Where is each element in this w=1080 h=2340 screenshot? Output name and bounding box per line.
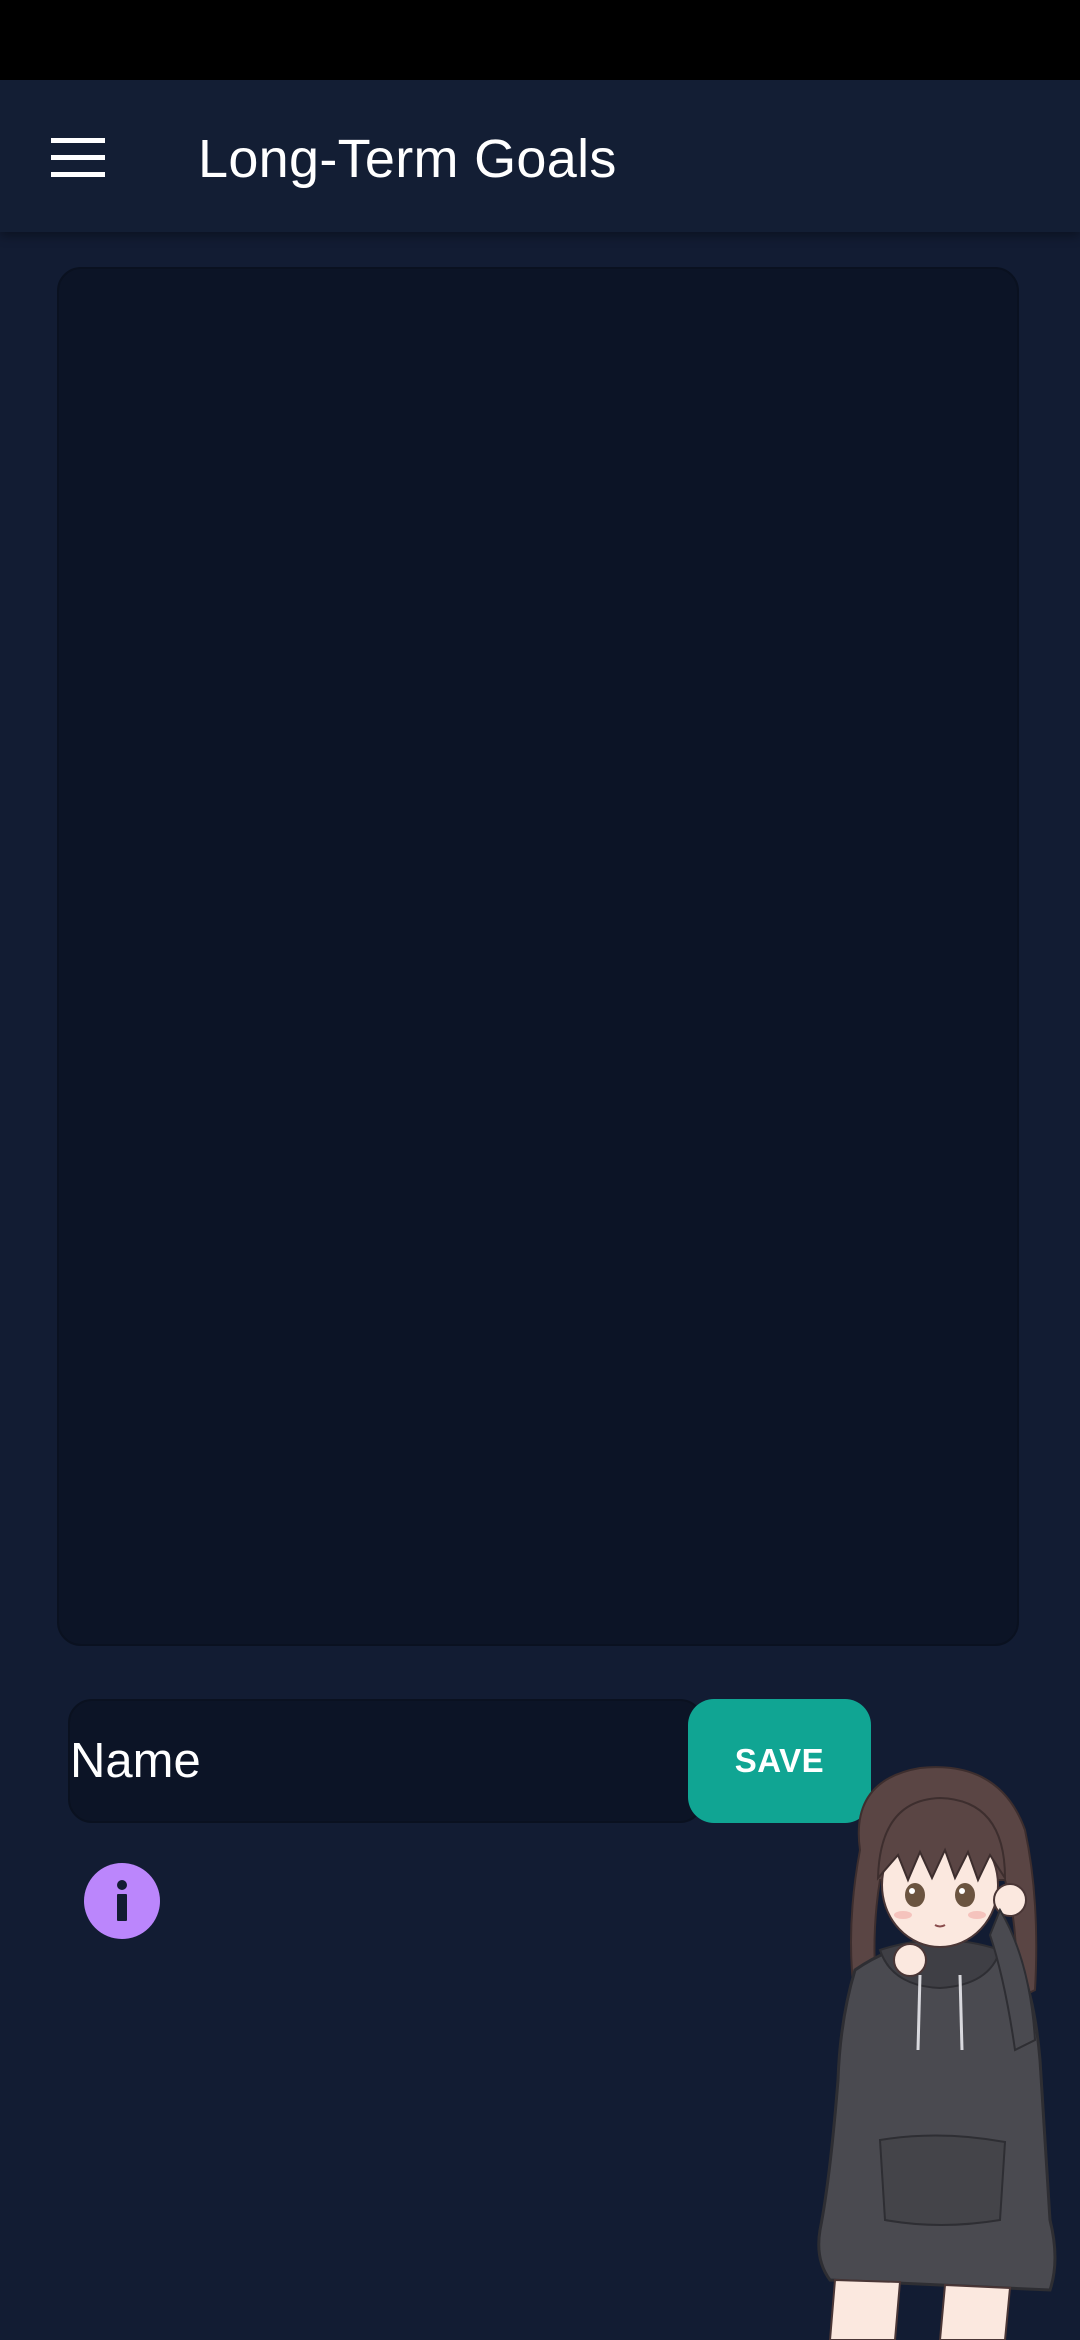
anime-girl-illustration [817,1766,1057,2340]
name-input[interactable] [70,1701,702,1821]
goals-text-area[interactable] [57,267,1019,1646]
status-bar [0,0,1080,80]
hamburger-menu-icon [51,138,105,177]
info-icon [117,1880,127,1921]
page-title: Long-Term Goals [198,129,617,189]
info-button[interactable] [84,1863,160,1939]
menu-button[interactable] [36,116,120,200]
name-field-container [68,1699,704,1823]
